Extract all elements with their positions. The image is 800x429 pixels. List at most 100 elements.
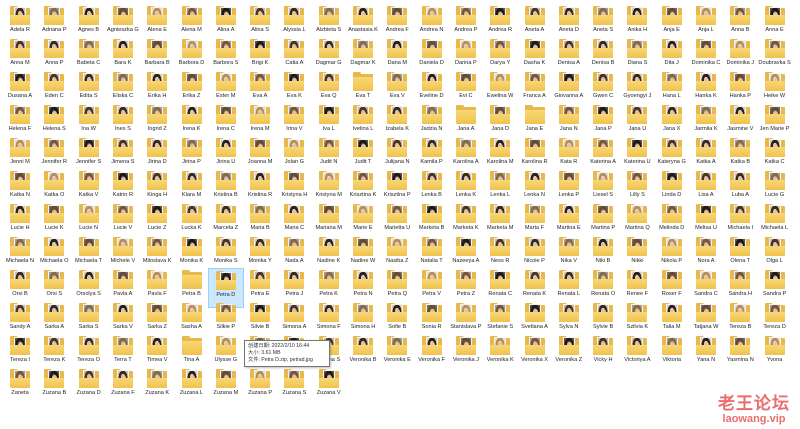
folder-item[interactable]: Yvona — [757, 334, 793, 374]
folder-label: Alena M — [181, 27, 202, 33]
folder-icon — [10, 204, 30, 223]
folder-icon — [147, 336, 168, 355]
folder-icon — [490, 204, 511, 223]
folder-icon — [353, 72, 373, 91]
folder-item[interactable]: Zuzana S — [276, 367, 312, 407]
folder-item[interactable]: Zuzana B — [36, 367, 72, 407]
folder-label: Olga L — [766, 258, 783, 264]
folder-icon — [627, 204, 648, 223]
folder-icon — [44, 336, 65, 355]
folder-label: Olena T — [730, 258, 751, 264]
folder-label: Ester M — [216, 93, 236, 99]
folder-icon — [147, 138, 168, 157]
folder-label: Zuzana L — [179, 390, 204, 396]
folder-icon — [112, 204, 133, 223]
folder-label: Liesel S — [593, 192, 614, 198]
folder-icon — [661, 138, 682, 157]
folder-label: Krisztina P — [383, 192, 411, 198]
folder-label: Renata O — [591, 291, 616, 297]
folder-icon — [10, 237, 30, 256]
folder-label: Adriana P — [42, 27, 67, 33]
folder-label: Ness R — [491, 258, 510, 264]
folder-label: Denisa A — [557, 60, 580, 66]
folder-item[interactable]: Viktoria — [654, 334, 690, 374]
folder-item[interactable]: Veronika J — [448, 334, 484, 374]
folder-label: Agnieszka G — [107, 27, 139, 33]
folder-label: Kristyna H — [281, 192, 308, 198]
folder-label: Erika Z — [182, 93, 201, 99]
folder-label: Marie E — [353, 225, 373, 231]
folder-label: Eva K — [286, 93, 302, 99]
folder-label: Irena C — [216, 126, 235, 132]
folder-item[interactable]: Veronika E — [379, 334, 415, 374]
folder-icon — [10, 369, 30, 388]
folder-icon — [387, 105, 408, 124]
folder-icon — [490, 6, 511, 25]
folder-item[interactable]: Veronika F — [414, 334, 450, 374]
folder-icon — [387, 270, 408, 289]
folder-item[interactable]: Yana N — [688, 334, 724, 374]
folder-label: Marketa B — [418, 225, 445, 231]
folder-item[interactable]: Veronika B — [345, 334, 381, 374]
folder-item[interactable]: Zuzana K — [139, 367, 175, 407]
folder-label: Jana U — [628, 126, 647, 132]
folder-label: Sofie B — [388, 324, 407, 330]
folder-icon — [10, 270, 30, 289]
folder-label: Simona F — [316, 324, 341, 330]
folder-label: Ivelina L — [352, 126, 374, 132]
folder-label: Lucie G — [764, 192, 785, 198]
folder-label: Natalia T — [420, 258, 443, 264]
folder-label: Ulysse G — [214, 357, 238, 363]
folder-label: Sarka S — [78, 324, 99, 330]
folder-icon — [524, 171, 545, 190]
folder-item[interactable]: Zuzana V — [311, 367, 347, 407]
folder-icon — [524, 303, 545, 322]
folder-label: Darina P — [455, 60, 477, 66]
folder-icon — [387, 6, 408, 25]
folder-label: Kristina B — [213, 192, 238, 198]
folder-item[interactable]: Zuzana L — [174, 367, 210, 407]
folder-item[interactable]: Vicky H — [585, 334, 621, 374]
folder-item[interactable]: Veronika X — [517, 334, 553, 374]
folder-icon — [78, 6, 99, 25]
folder-label: Maria C — [284, 225, 305, 231]
folder-icon — [421, 72, 442, 91]
folder-icon — [421, 6, 442, 25]
folder-item[interactable]: Veronika K — [482, 334, 518, 374]
folder-item[interactable]: Zuzana P — [242, 367, 278, 407]
folder-label: Klara M — [181, 192, 202, 198]
folder-label: Viktoria — [662, 357, 681, 363]
folder-item[interactable]: Zuzana M — [208, 367, 244, 407]
folder-item[interactable]: Victoriya A — [619, 334, 655, 374]
folder-label: Kata R — [560, 159, 578, 165]
folder-item[interactable]: Zuzana F — [105, 367, 141, 407]
folder-label: Nada A — [285, 258, 304, 264]
folder-label: Petra B — [182, 291, 201, 297]
folder-item[interactable]: Zaneta — [2, 367, 38, 407]
folder-icon — [44, 105, 65, 124]
folder-item[interactable]: Veronika Z — [551, 334, 587, 374]
folder-label: Marta F — [524, 225, 545, 231]
folder-label: Katka C — [764, 159, 785, 165]
folder-label: Diana S — [627, 60, 648, 66]
folder-item[interactable]: Zuzana D — [71, 367, 107, 407]
folder-icon — [421, 39, 442, 58]
folder-label: Irena K — [182, 126, 201, 132]
folder-label: Lilly S — [629, 192, 645, 198]
folder-label: Yvona — [766, 357, 783, 363]
folder-label: Petra K — [319, 291, 339, 297]
folder-label: Marcela Z — [213, 225, 239, 231]
folder-label: Adela R — [10, 27, 30, 33]
folder-label: Sonia R — [421, 324, 442, 330]
folder-label: Alzbieta S — [316, 27, 342, 33]
folder-icon — [558, 39, 579, 58]
folder-label: Melisa U — [695, 225, 717, 231]
folder-icon — [147, 303, 168, 322]
folder-label: Petra J — [285, 291, 304, 297]
folder-label: Veronika B — [349, 357, 377, 363]
folder-icon — [353, 39, 373, 58]
folder-icon — [215, 6, 236, 25]
folder-label: Eva Q — [320, 93, 337, 99]
folder-item[interactable]: Yasmina N — [722, 334, 758, 374]
folder-icon — [147, 270, 168, 289]
